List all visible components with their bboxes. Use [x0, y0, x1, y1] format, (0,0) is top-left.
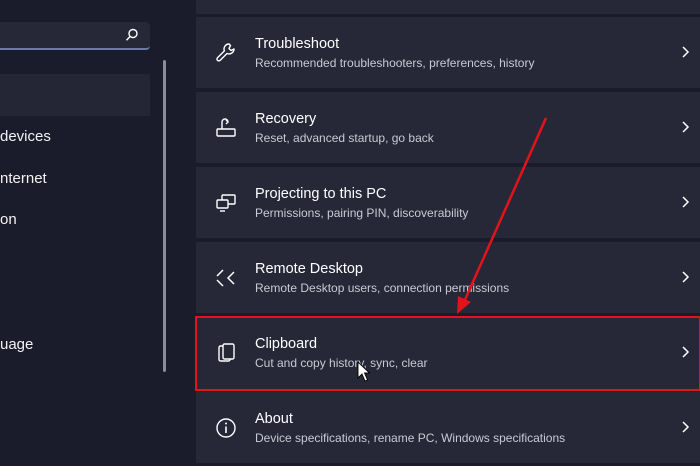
chevron-right-icon	[682, 121, 690, 133]
remote-desktop-icon	[216, 269, 235, 287]
card-subtitle: Permissions, pairing PIN, discoverabilit…	[255, 206, 469, 220]
chevron-right-icon	[682, 421, 690, 433]
card-title: Recovery	[255, 111, 317, 127]
chevron-right-icon	[682, 346, 690, 358]
card-subtitle: Recommended troubleshooters, preferences…	[255, 56, 535, 70]
chevron-right-icon	[682, 196, 690, 208]
card-title: Clipboard	[255, 336, 318, 352]
recovery-icon	[216, 118, 236, 137]
settings-card-recovery[interactable]: Recovery Reset, advanced startup, go bac…	[196, 92, 700, 163]
card-title: Remote Desktop	[255, 261, 363, 277]
previous-card-edge	[196, 0, 700, 14]
chevron-right-icon	[682, 46, 690, 58]
settings-card-troubleshoot[interactable]: Troubleshoot Recommended troubleshooters…	[196, 17, 700, 88]
settings-card-clipboard[interactable]: Clipboard Cut and copy history, sync, cl…	[195, 316, 700, 391]
wrench-icon	[216, 43, 235, 62]
card-subtitle: Device specifications, rename PC, Window…	[255, 431, 566, 445]
sidebar: devices nternet on uage	[0, 0, 190, 466]
settings-card-projecting[interactable]: Projecting to this PC Permissions, pairi…	[196, 167, 700, 238]
card-title: Troubleshoot	[255, 36, 340, 52]
chevron-right-icon	[682, 271, 690, 283]
card-subtitle: Remote Desktop users, connection permiss…	[255, 281, 510, 295]
settings-card-remote-desktop[interactable]: Remote Desktop Remote Desktop users, con…	[196, 242, 700, 313]
card-subtitle: Reset, advanced startup, go back	[255, 131, 434, 145]
clipboard-icon	[218, 343, 235, 362]
projecting-icon	[216, 194, 236, 212]
search-input[interactable]	[0, 22, 150, 50]
sidebar-scrollbar[interactable]	[163, 60, 166, 372]
info-icon	[216, 418, 236, 438]
card-title: About	[255, 411, 293, 427]
card-subtitle: Cut and copy history, sync, clear	[255, 356, 428, 370]
search-icon	[125, 28, 138, 41]
sidebar-item-personalization[interactable]: on	[0, 211, 17, 228]
card-title: Projecting to this PC	[255, 186, 387, 202]
sidebar-item-time-language[interactable]: uage	[0, 336, 33, 353]
sidebar-selected-item[interactable]	[0, 74, 150, 116]
settings-card-about[interactable]: About Device specifications, rename PC, …	[196, 392, 700, 463]
sidebar-item-devices[interactable]: devices	[0, 128, 51, 145]
sidebar-item-network-internet[interactable]: nternet	[0, 170, 47, 187]
